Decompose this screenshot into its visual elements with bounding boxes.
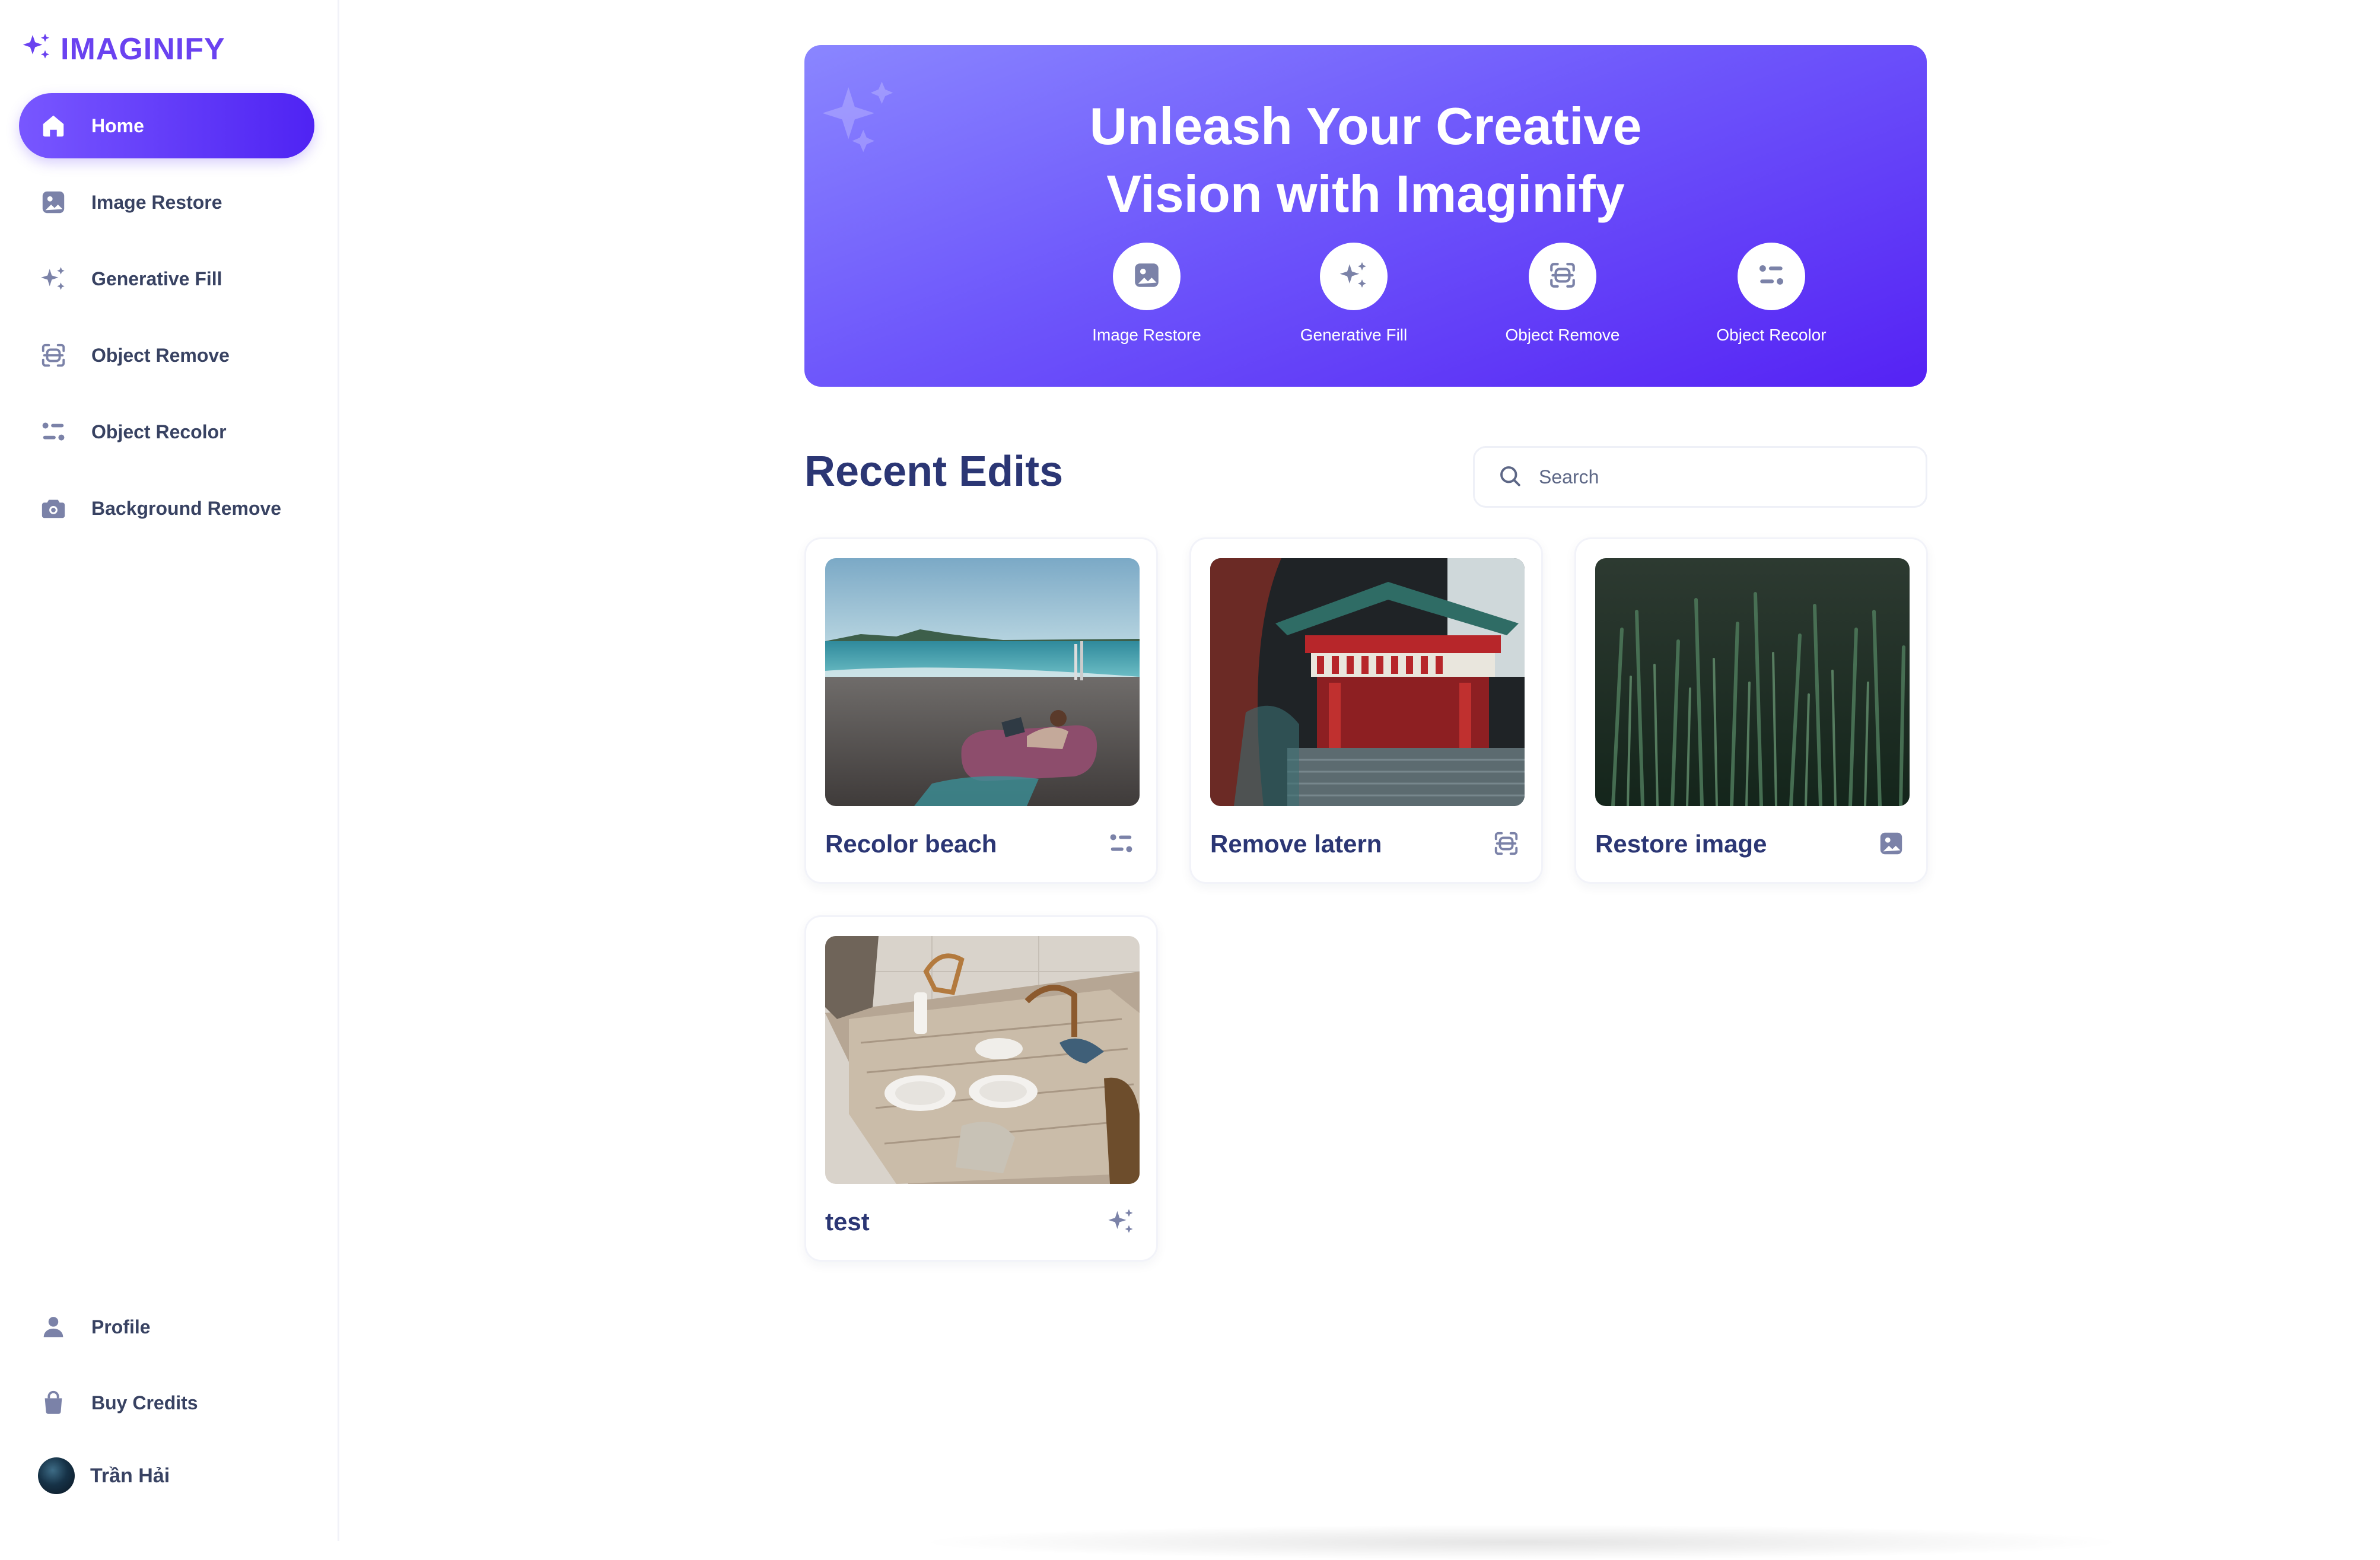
sidebar-item-image-restore[interactable]: Image Restore	[19, 170, 314, 235]
sidebar-item-generative-fill[interactable]: Generative Fill	[19, 246, 314, 311]
sidebar-item-label: Home	[91, 114, 144, 136]
scan-icon	[1490, 827, 1522, 859]
sidebar-item-profile[interactable]: Profile	[19, 1294, 314, 1360]
image-icon	[1132, 260, 1162, 293]
scan-icon	[38, 340, 69, 371]
filter-icon	[1757, 260, 1786, 293]
shortcut-circle	[1113, 243, 1181, 310]
edit-card-recolor-beach[interactable]: Recolor beach	[804, 537, 1158, 884]
edit-card-restore-image[interactable]: Restore image	[1574, 537, 1928, 884]
app-name: IMAGINIFY	[61, 31, 225, 66]
bag-icon	[38, 1387, 69, 1418]
user-name: Trần Hải	[90, 1464, 170, 1487]
shortcut-label: Object Remove	[1505, 326, 1620, 344]
card-title: Recolor beach	[825, 830, 997, 858]
hero-banner: Unleash Your Creative Vision with Imagin…	[804, 45, 1927, 387]
sparkles-icon	[1105, 1205, 1137, 1237]
bottom-shadow	[914, 1524, 2130, 1560]
thumbnail-image[interactable]	[825, 936, 1140, 1184]
search-input[interactable]	[1538, 465, 1896, 489]
home-icon	[38, 110, 69, 141]
search-box[interactable]	[1473, 446, 1927, 508]
sidebar-item-background-remove[interactable]: Background Remove	[19, 476, 314, 541]
sidebar: IMAGINIFY Home Image Restore Generative …	[0, 0, 339, 1541]
user-icon	[38, 1311, 69, 1342]
sidebar-item-object-recolor[interactable]: Object Recolor	[19, 399, 314, 464]
card-title: test	[825, 1208, 870, 1236]
shortcut-circle	[1738, 243, 1805, 310]
sparkles-icon	[19, 31, 55, 67]
camera-icon	[38, 493, 69, 524]
sidebar-item-buy-credits[interactable]: Buy Credits	[19, 1370, 314, 1435]
sparkles-icon	[1337, 259, 1370, 295]
image-icon	[1875, 827, 1907, 859]
shortcut-list: Image Restore Generative Fill Object Rem…	[804, 243, 1927, 367]
card-title: Restore image	[1595, 830, 1767, 858]
shortcut-label: Object Recolor	[1716, 326, 1827, 344]
filter-icon	[1105, 827, 1137, 859]
banner-title-line1: Unleash Your Creative	[1089, 97, 1642, 155]
recent-edits-title: Recent Edits	[804, 448, 1064, 495]
shortcut-generative-fill[interactable]: Generative Fill	[1265, 243, 1443, 345]
shortcut-label: Image Restore	[1092, 326, 1201, 344]
sidebar-item-label: Background Remove	[91, 497, 282, 519]
shortcut-object-recolor[interactable]: Object Recolor	[1682, 243, 1860, 345]
sparkles-icon	[38, 263, 69, 294]
sidebar-item-label: Object Recolor	[91, 421, 227, 442]
thumbnail-image[interactable]	[1595, 558, 1910, 806]
edit-card-remove-latern[interactable]: Remove latern	[1189, 537, 1543, 884]
shortcut-object-remove[interactable]: Object Remove	[1474, 243, 1652, 345]
edit-card-test[interactable]: test	[804, 915, 1158, 1262]
scan-icon	[1548, 260, 1577, 293]
sidebar-item-label: Generative Fill	[91, 268, 222, 289]
app-logo[interactable]: IMAGINIFY	[19, 31, 225, 67]
sidebar-item-label: Profile	[91, 1316, 151, 1338]
sidebar-item-label: Image Restore	[91, 191, 222, 213]
sidebar-item-home[interactable]: Home	[19, 93, 314, 158]
search-icon	[1497, 463, 1522, 491]
sidebar-bottom: Profile Buy Credits Trần Hải	[19, 1294, 314, 1505]
sidebar-nav: Home Image Restore Generative Fill Objec…	[19, 93, 314, 552]
thumbnail-image[interactable]	[1210, 558, 1525, 806]
user-menu[interactable]: Trần Hải	[19, 1446, 314, 1505]
shortcut-label: Generative Fill	[1300, 326, 1408, 344]
sidebar-item-label: Buy Credits	[91, 1392, 198, 1413]
avatar	[38, 1457, 75, 1494]
shortcut-circle	[1529, 243, 1596, 310]
banner-title-line2: Vision with Imaginify	[1106, 164, 1625, 223]
image-icon	[38, 187, 69, 218]
shortcut-image-restore[interactable]: Image Restore	[1058, 243, 1236, 345]
sidebar-item-object-remove[interactable]: Object Remove	[19, 323, 314, 388]
banner-title: Unleash Your Creative Vision with Imagin…	[804, 93, 1927, 228]
filter-icon	[38, 416, 69, 447]
thumbnail-image[interactable]	[825, 558, 1140, 806]
shortcut-circle	[1320, 243, 1388, 310]
card-title: Remove latern	[1210, 830, 1382, 858]
sidebar-item-label: Object Remove	[91, 344, 230, 366]
